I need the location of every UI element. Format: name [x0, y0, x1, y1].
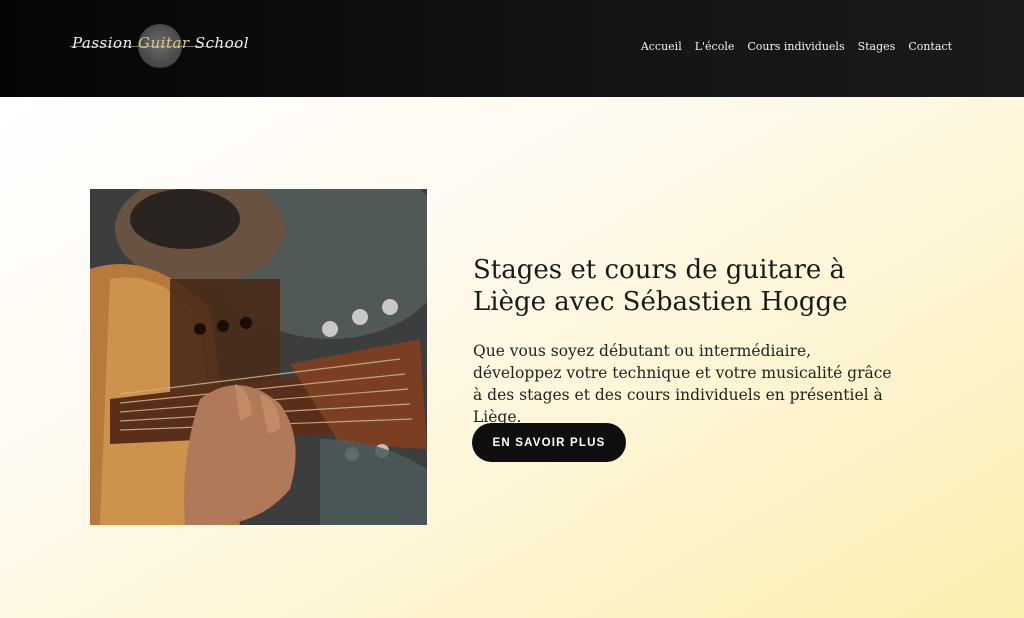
hero-section: Stages et cours de guitare à Liège avec …: [0, 97, 1024, 618]
nav-contact[interactable]: Contact: [908, 40, 952, 53]
main-nav: Accueil L'école Cours individuels Stages…: [641, 40, 952, 53]
hero-description: Que vous soyez débutant ou intermédiaire…: [473, 342, 892, 426]
guitar-photo-illustration: [90, 189, 427, 525]
nav-cours-individuels[interactable]: Cours individuels: [747, 40, 844, 53]
logo-text-mid: Guitar: [138, 34, 190, 52]
site-header: Passion Guitar School Accueil L'école Co…: [0, 0, 1024, 97]
logo-text-end: School: [189, 34, 250, 52]
logo-text: Passion Guitar School: [72, 34, 250, 52]
nav-lecole[interactable]: L'école: [695, 40, 735, 53]
nav-accueil[interactable]: Accueil: [641, 40, 682, 53]
logo-text-start: Passion: [72, 34, 139, 52]
learn-more-button[interactable]: EN SAVOIR PLUS: [472, 423, 626, 462]
site-logo[interactable]: Passion Guitar School: [70, 22, 250, 72]
hero-guitar-photo: [90, 189, 427, 525]
nav-stages[interactable]: Stages: [858, 40, 896, 53]
hero-title: Stages et cours de guitare à Liège avec …: [473, 255, 848, 317]
